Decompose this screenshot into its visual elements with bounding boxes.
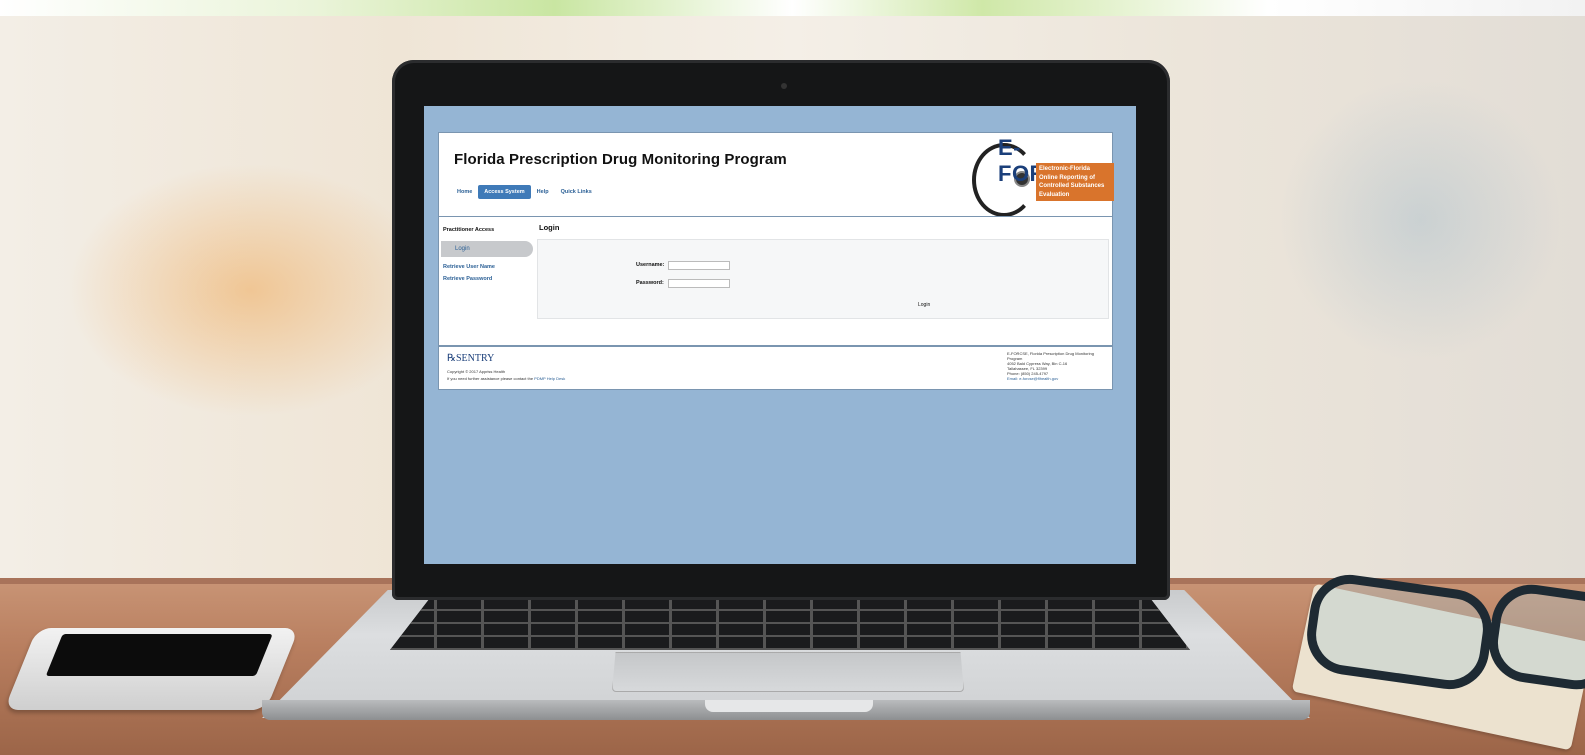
logo-line: Online Reporting of: [1039, 174, 1095, 181]
username-input[interactable]: [668, 261, 730, 270]
help-desk-link[interactable]: PDMP Help Desk: [534, 376, 565, 381]
camera-icon: [781, 83, 787, 89]
login-form: Username: Password: Login: [537, 239, 1109, 319]
site-title: Florida Prescription Drug Monitoring Pro…: [454, 151, 787, 168]
sidebar-item-retrieve-password[interactable]: Retrieve Password: [443, 276, 492, 282]
main-panel: Practitioner Access Login Retrieve User …: [438, 216, 1113, 346]
laptop-screen: Florida Prescription Drug Monitoring Pro…: [424, 106, 1136, 564]
username-label: Username:: [636, 262, 665, 268]
copyright-text: Copyright © 2017 Appriss Health: [447, 369, 506, 374]
site-footer: ℞SENTRY Copyright © 2017 Appriss Health …: [438, 346, 1113, 390]
password-label: Password:: [636, 280, 664, 286]
phone-screen: [45, 634, 273, 676]
nav-help[interactable]: Help: [531, 185, 555, 199]
smartphone: [4, 628, 300, 710]
sidebar-item-retrieve-username[interactable]: Retrieve User Name: [443, 264, 495, 270]
sidebar-title: Practitioner Access: [443, 227, 495, 233]
nav-quick-links[interactable]: Quick Links: [555, 185, 598, 199]
nav-home[interactable]: Home: [451, 185, 478, 199]
logo-line: Electronic-Florida: [1039, 166, 1091, 172]
logo-line: Controlled Substances: [1039, 183, 1105, 189]
laptop-trackpad: [612, 652, 964, 692]
keyboard-rows: [390, 598, 1190, 650]
password-input[interactable]: [668, 279, 730, 288]
address-block: E-FORCSE, Florida Prescription Drug Moni…: [1007, 351, 1094, 381]
email-link[interactable]: Email: e-forcse@flhealth.gov: [1007, 376, 1094, 381]
login-button[interactable]: Login: [918, 302, 930, 308]
help-text: If you need further assistance please co…: [447, 376, 565, 381]
login-title: Login: [539, 223, 560, 232]
logo-tagline: Electronic-Florida Online Reporting of C…: [1036, 163, 1114, 201]
logo-line: Evaluation: [1039, 191, 1070, 198]
help-text-prefix: If you need further assistance please co…: [447, 376, 535, 381]
top-banner: [0, 0, 1585, 16]
eforcse-logo: E-FORCSE Electronic-Florida Online Repor…: [972, 135, 1114, 217]
sidebar-item-login[interactable]: Login: [441, 241, 533, 257]
rx-sentry-logo: ℞SENTRY: [447, 353, 495, 364]
laptop-notch: [705, 700, 873, 712]
main-nav: Home Access System Help Quick Links: [451, 185, 598, 199]
site-header: Florida Prescription Drug Monitoring Pro…: [438, 132, 1114, 218]
nav-access-system[interactable]: Access System: [478, 185, 531, 199]
